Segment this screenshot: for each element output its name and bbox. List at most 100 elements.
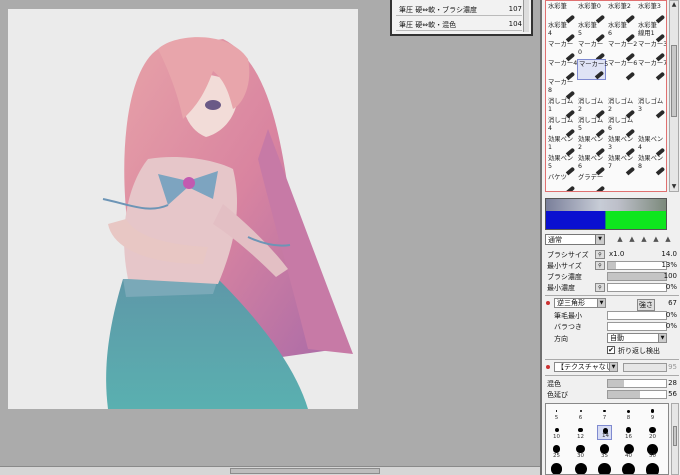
tool-item[interactable]: 効果ペン 5 — [547, 154, 576, 176]
tool-item[interactable]: 効果ペン 6 — [577, 154, 606, 176]
shape-triangle-icon[interactable]: ▲ — [663, 235, 673, 244]
canvas-area[interactable] — [0, 0, 540, 475]
brush-size-option[interactable]: 30 — [573, 444, 588, 459]
brush-size-option[interactable]: 5 — [549, 406, 564, 421]
tool-item[interactable]: 効果ペン 8 — [637, 154, 666, 176]
tool-item[interactable]: 水彩筆 4 — [547, 21, 576, 43]
brush-size-option[interactable] — [645, 463, 660, 474]
chevron-down-icon[interactable]: ▼ — [609, 363, 617, 371]
tool-item[interactable]: 水彩筆 — [547, 2, 576, 24]
tool-item[interactable]: 水彩筆 5 — [577, 21, 606, 43]
tool-item[interactable]: マーカー5 — [577, 59, 608, 80]
scatter-slider[interactable] — [607, 322, 667, 331]
shape-triangle-icon[interactable]: ▲ — [639, 235, 649, 244]
pressure-toggle-icon[interactable]: ⚲ — [595, 283, 605, 292]
artwork-canvas[interactable] — [8, 9, 358, 409]
brush-size-option[interactable] — [597, 463, 612, 474]
brush-size-option[interactable]: 20 — [645, 425, 660, 440]
tool-item[interactable]: バケツ — [547, 173, 576, 191]
shape-triangle-icon[interactable]: ▲ — [627, 235, 637, 244]
size-multiplier-icon[interactable]: ⚲ — [595, 250, 605, 259]
tool-item[interactable]: 効果ペン 2 — [577, 135, 606, 157]
brush-size-option[interactable]: 7 — [597, 406, 612, 421]
shape-triangle-icon[interactable]: ▲ — [651, 235, 661, 244]
scroll-down-icon[interactable]: ▼ — [670, 183, 678, 191]
tool-item[interactable]: 効果ペン 3 — [607, 135, 636, 157]
tool-item[interactable]: 消しゴム 3 — [637, 97, 666, 119]
fold-detect-checkbox[interactable]: ✔ — [607, 346, 615, 354]
color-gradient-bar[interactable] — [546, 199, 666, 211]
shape-triangle-icon[interactable]: ▲ — [615, 235, 625, 244]
tool-item[interactable]: 水彩筆 6 — [607, 21, 636, 43]
tool-item[interactable]: マーカー7 — [637, 59, 666, 81]
tool-item[interactable]: 消しゴム 2 — [607, 97, 636, 119]
direction-select[interactable]: 自動 ▼ — [607, 333, 667, 343]
mix-color-slider[interactable] — [607, 379, 667, 388]
min-size-slider[interactable] — [607, 261, 667, 270]
tool-item[interactable]: 消しゴム 6 — [607, 116, 636, 138]
tool-item[interactable]: 水彩筆3 — [637, 2, 666, 24]
size-multiplier[interactable]: x1.0 — [609, 250, 624, 258]
tool-item[interactable]: 効果ペン 1 — [547, 135, 576, 157]
brush-size-option[interactable]: 25 — [549, 444, 564, 459]
scrollbar-thumb[interactable] — [673, 426, 677, 446]
tool-item[interactable]: マーカー6 — [607, 59, 637, 81]
bristle-min-slider[interactable] — [607, 311, 667, 320]
brush-density-slider[interactable] — [607, 272, 667, 281]
tool-item[interactable]: 効果ペン 4 — [637, 135, 666, 157]
tool-item[interactable]: 水彩筆 線用1 — [637, 21, 666, 43]
color-selector[interactable] — [545, 198, 667, 230]
chevron-down-icon[interactable]: ▼ — [658, 334, 666, 342]
brush-size-option[interactable]: 50 — [645, 444, 660, 459]
brush-size-option[interactable]: 6 — [573, 406, 588, 421]
brush-size-option[interactable] — [573, 463, 588, 474]
chevron-down-icon[interactable]: ▼ — [597, 299, 605, 307]
tool-item[interactable]: マーカー3 — [637, 40, 666, 62]
brush-size-option[interactable]: 12 — [573, 425, 588, 440]
brush-size-option[interactable]: 8 — [621, 406, 636, 421]
brush-size-option[interactable]: 10 — [549, 425, 564, 440]
tool-item[interactable]: マーカー2 — [607, 40, 637, 62]
tool-item[interactable]: 消しゴム 5 — [577, 116, 606, 138]
brush-size-option[interactable] — [621, 463, 636, 474]
shape-strength-value[interactable]: 67 — [668, 299, 677, 307]
pressure-toggle-icon[interactable]: ⚲ — [595, 261, 605, 270]
brush-size-value[interactable]: 14.0 — [661, 250, 677, 258]
tool-item[interactable] — [607, 78, 636, 99]
tool-item[interactable]: 水彩筆2 — [607, 2, 636, 24]
blend-mode-select[interactable]: 通常 ▼ — [545, 234, 605, 245]
tool-item[interactable]: グラデー — [577, 173, 606, 191]
canvas-horizontal-scrollbar[interactable] — [0, 466, 540, 475]
shape-select[interactable]: 逆三角形 ▼ — [554, 298, 606, 308]
layer-row[interactable]: 筆圧 硬⇔軟・混色 104 — [396, 17, 522, 31]
tool-item[interactable] — [637, 78, 666, 99]
tool-item[interactable]: 消しゴム 1 — [547, 97, 576, 119]
brush-size-option[interactable]: 16 — [621, 425, 636, 440]
layer-row[interactable]: 筆圧 硬⇔軟・ブラシ濃度 107 — [396, 2, 522, 16]
tool-item[interactable]: マーカー4 — [547, 59, 577, 81]
scrollbar-thumb[interactable] — [671, 45, 677, 117]
tool-item[interactable]: 消しゴム 4 — [547, 116, 576, 138]
tool-item[interactable]: 水彩筆0 — [577, 2, 606, 24]
tool-item[interactable]: マーカー 0 — [577, 40, 606, 62]
chevron-down-icon[interactable]: ▼ — [595, 235, 604, 244]
tool-item[interactable]: 効果ペン 7 — [607, 154, 636, 176]
tool-item[interactable] — [577, 78, 606, 99]
tool-item[interactable] — [607, 173, 636, 191]
scroll-up-icon[interactable]: ▲ — [670, 1, 678, 9]
tool-grid-scrollbar[interactable]: ▲ ▼ — [669, 0, 679, 192]
tool-item[interactable] — [637, 116, 666, 137]
scrollbar-thumb[interactable] — [230, 468, 380, 474]
blur-slider[interactable] — [607, 390, 667, 399]
brush-size-option[interactable]: 35 — [597, 444, 612, 459]
tool-item[interactable]: マーカー — [547, 40, 576, 62]
min-density-slider[interactable] — [607, 283, 667, 292]
tool-item[interactable]: マーカー 8 — [547, 78, 576, 100]
brush-size-option[interactable]: 9 — [645, 406, 660, 421]
tool-item[interactable]: 消しゴム 2 — [577, 97, 606, 119]
tool-item[interactable] — [637, 173, 666, 191]
layer-panel-scrollbar[interactable] — [523, 0, 529, 32]
brush-size-option[interactable] — [549, 463, 564, 474]
brush-size-option[interactable]: 40 — [621, 444, 636, 459]
texture-select[interactable]: 【テクスチャなし】 ▼ — [554, 362, 620, 372]
